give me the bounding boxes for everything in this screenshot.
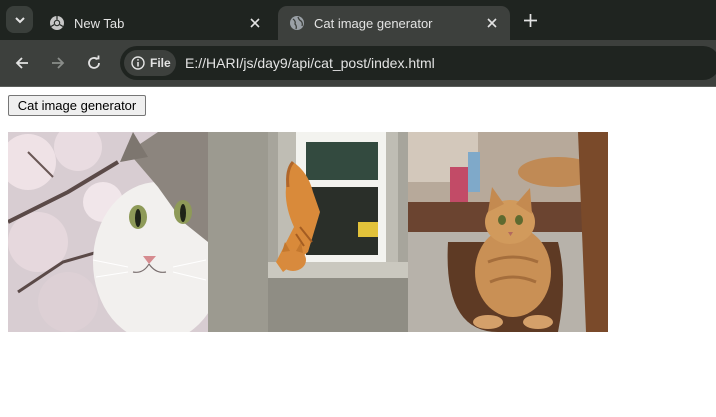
cat-blossom-photo [8,132,208,332]
toolbar: File E://HARI/js/day9/api/cat_post/index… [0,40,716,86]
reload-icon [88,55,100,69]
forward-button[interactable] [46,51,70,75]
tab-strip: New Tab Cat image generator [0,0,716,40]
chrome-icon [50,16,64,30]
new-tab-button[interactable] [520,10,540,30]
site-info-chip[interactable]: File [124,50,176,76]
arrow-left-icon [15,57,28,69]
cat-image-generator-button[interactable]: Cat image generator [8,95,146,116]
close-icon[interactable] [247,15,263,31]
tab-cat-image-generator[interactable]: Cat image generator [278,6,510,40]
cat-gallery [8,132,608,332]
address-bar[interactable]: File E://HARI/js/day9/api/cat_post/index… [120,46,716,80]
chip-label: File [150,56,171,70]
reload-button[interactable] [82,51,106,75]
plus-icon [523,13,537,27]
toolbar-divider [0,86,716,87]
tab-new-tab[interactable]: New Tab [38,6,273,40]
chevron-down-icon [14,16,25,23]
globe-icon [290,16,304,30]
close-icon[interactable] [484,15,500,31]
cat-chair-photo [408,132,608,332]
cat-window-photo [208,132,408,332]
back-button[interactable] [10,51,34,75]
info-icon [131,56,145,70]
tab-title: New Tab [74,15,125,31]
arrow-right-icon [52,57,65,69]
url-text[interactable]: E://HARI/js/day9/api/cat_post/index.html [185,55,435,71]
tab-search-button[interactable] [6,6,33,33]
tab-title: Cat image generator [314,15,433,31]
